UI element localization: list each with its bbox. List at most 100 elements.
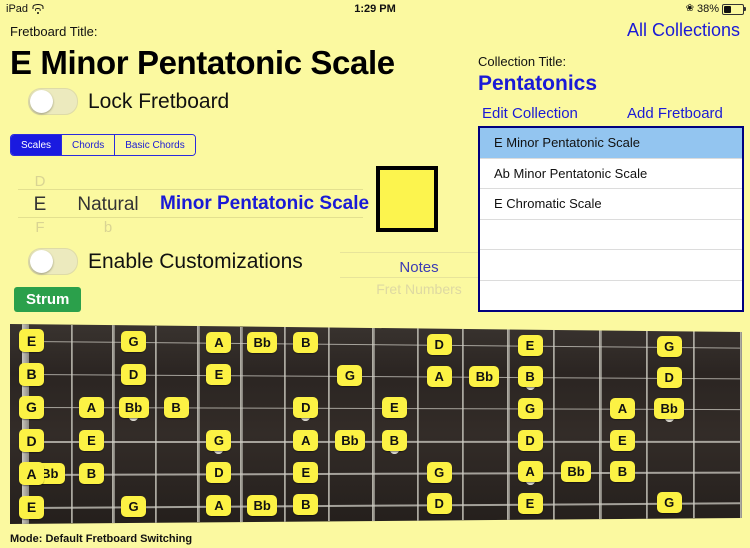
fretboard-note[interactable]: G (517, 397, 543, 419)
fretboard-note[interactable]: B (381, 429, 407, 451)
display-picker-next: Fret Numbers (376, 281, 462, 297)
lock-fretboard-row[interactable]: Lock Fretboard (28, 88, 229, 115)
fret-wire (645, 330, 649, 519)
status-bar: iPad 1:29 PM ❀ 38% (0, 0, 750, 18)
fretboard-note[interactable]: E (609, 429, 635, 451)
fretboard-note[interactable]: A (206, 494, 232, 516)
fretboard-note[interactable]: B (517, 366, 543, 388)
fret-wire (461, 328, 465, 521)
color-swatch[interactable] (376, 166, 438, 232)
fretboard-note[interactable]: D (206, 462, 232, 484)
fretboard-note[interactable]: B (163, 396, 189, 418)
collection-list[interactable]: E Minor Pentatonic Scale Ab Minor Pentato… (478, 126, 744, 312)
fretboard-note[interactable]: Bb (561, 461, 591, 483)
collection-list-item[interactable]: Ab Minor Pentatonic Scale (480, 159, 742, 189)
fretboard-note[interactable]: A (517, 461, 543, 483)
collection-list-item[interactable] (480, 220, 742, 250)
collection-list-item[interactable]: E Minor Pentatonic Scale (480, 128, 742, 159)
battery-percent-label: 38% (696, 3, 719, 15)
bluetooth-icon: ❀ (685, 3, 694, 14)
fret-wire (692, 331, 696, 519)
display-picker-selected[interactable]: Notes (340, 259, 498, 276)
fretboard-note[interactable]: Bb (334, 429, 365, 451)
collection-list-item[interactable]: E Chromatic Scale (480, 189, 742, 220)
fretboard-note[interactable]: Bb (654, 398, 685, 420)
tab-basic-chords[interactable]: Basic Chords (114, 135, 195, 155)
fret-wire (70, 324, 74, 524)
collection-title: Pentatonics (478, 72, 598, 95)
fretboard-note[interactable]: A (293, 429, 319, 451)
fretboard-note[interactable]: Bb (469, 365, 500, 387)
toggle-knob (30, 250, 53, 273)
fretboard-note[interactable]: D (121, 363, 147, 385)
fretboard-clip (10, 324, 742, 524)
open-string-note[interactable]: E (19, 495, 44, 519)
fret-wire (197, 326, 200, 523)
fretboard-note[interactable]: B (293, 332, 319, 354)
fretboard-note[interactable]: G (121, 495, 147, 517)
fretboard-note[interactable]: A (206, 331, 232, 353)
fretboard-note[interactable]: Bb (247, 332, 278, 354)
fret-wire (154, 325, 158, 523)
collection-list-item[interactable] (480, 250, 742, 281)
fretboard-note[interactable]: G (206, 429, 232, 451)
fretboard-note[interactable]: E (206, 364, 232, 386)
fretboard-note[interactable]: E (78, 429, 104, 451)
open-string-note[interactable]: D (19, 429, 44, 453)
fret-wire (507, 329, 510, 520)
open-string-note[interactable]: E (19, 329, 44, 353)
fretboard-note[interactable]: G (121, 330, 147, 352)
enable-customizations-row[interactable]: Enable Customizations (28, 248, 303, 275)
fretboard-note[interactable]: Bb (118, 396, 149, 418)
add-fretboard-link[interactable]: Add Fretboard (627, 105, 723, 122)
edit-collection-link[interactable]: Edit Collection (482, 105, 578, 122)
fretboard-note[interactable]: G (656, 335, 682, 357)
display-mode-picker[interactable]: Notes Fret Numbers (340, 252, 498, 300)
collection-list-item[interactable] (480, 281, 742, 311)
fretboard-note[interactable]: D (656, 367, 682, 389)
picker-root-selected[interactable]: E (34, 194, 47, 215)
picker-divider-bottom (18, 217, 363, 218)
collection-title-label: Collection Title: (478, 54, 567, 69)
toggle-knob (30, 90, 53, 113)
fretboard-note[interactable]: A (609, 398, 635, 420)
collection-list-item-label: E Chromatic Scale (494, 196, 602, 212)
fretboard-note[interactable]: E (381, 397, 407, 419)
fretboard-note[interactable]: G (337, 365, 363, 387)
picker-scale-selected[interactable]: Minor Pentatonic Scale (160, 193, 369, 214)
battery-icon (722, 3, 746, 15)
display-picker-divider-bottom (340, 277, 498, 278)
scale-picker[interactable]: D E F Natural b Minor Pentatonic Scale (18, 172, 369, 236)
fretboard-note[interactable]: D (517, 429, 543, 451)
fretboard-note[interactable]: A (426, 365, 452, 387)
picker-accidental-selected[interactable]: Natural (77, 194, 138, 215)
enable-customizations-toggle[interactable] (28, 248, 78, 275)
fretboard-wood (10, 324, 742, 524)
lock-fretboard-toggle[interactable] (28, 88, 78, 115)
fretboard-note[interactable]: D (426, 333, 452, 355)
all-collections-link[interactable]: All Collections (627, 20, 740, 41)
mode-segmented-control[interactable]: Scales Chords Basic Chords (10, 134, 196, 156)
picker-accidental-below: b (103, 219, 113, 236)
tab-scales[interactable]: Scales (11, 135, 62, 155)
open-string-note[interactable]: G (19, 395, 44, 419)
fretboard-note[interactable]: B (293, 494, 319, 516)
fretboard-diagram[interactable]: G A Bb B D E G D E G A Bb B D A Bb B D E G A Bb E G A Bb B D E Bb B D E G… (10, 322, 742, 526)
tab-chords[interactable]: Chords (61, 135, 115, 155)
fretboard-note[interactable]: E (517, 492, 543, 514)
fretboard-note[interactable]: D (293, 397, 319, 419)
open-string-note[interactable]: B (19, 362, 44, 386)
fretboard-note[interactable]: B (609, 460, 635, 482)
fretboard-note[interactable]: E (293, 461, 319, 483)
strum-button[interactable]: Strum (14, 287, 82, 312)
fretboard-note[interactable]: B (78, 462, 104, 484)
fret-wire (327, 327, 331, 522)
fretboard-note[interactable]: G (426, 461, 452, 483)
fretboard-note[interactable]: D (426, 493, 452, 515)
fretboard-note[interactable]: Bb (247, 494, 278, 516)
fretboard-note[interactable]: G (656, 491, 682, 513)
fretboard-note[interactable]: A (78, 396, 104, 418)
fret-wire (283, 326, 287, 522)
open-string-note[interactable]: A (19, 462, 44, 486)
fretboard-note[interactable]: E (517, 334, 543, 356)
